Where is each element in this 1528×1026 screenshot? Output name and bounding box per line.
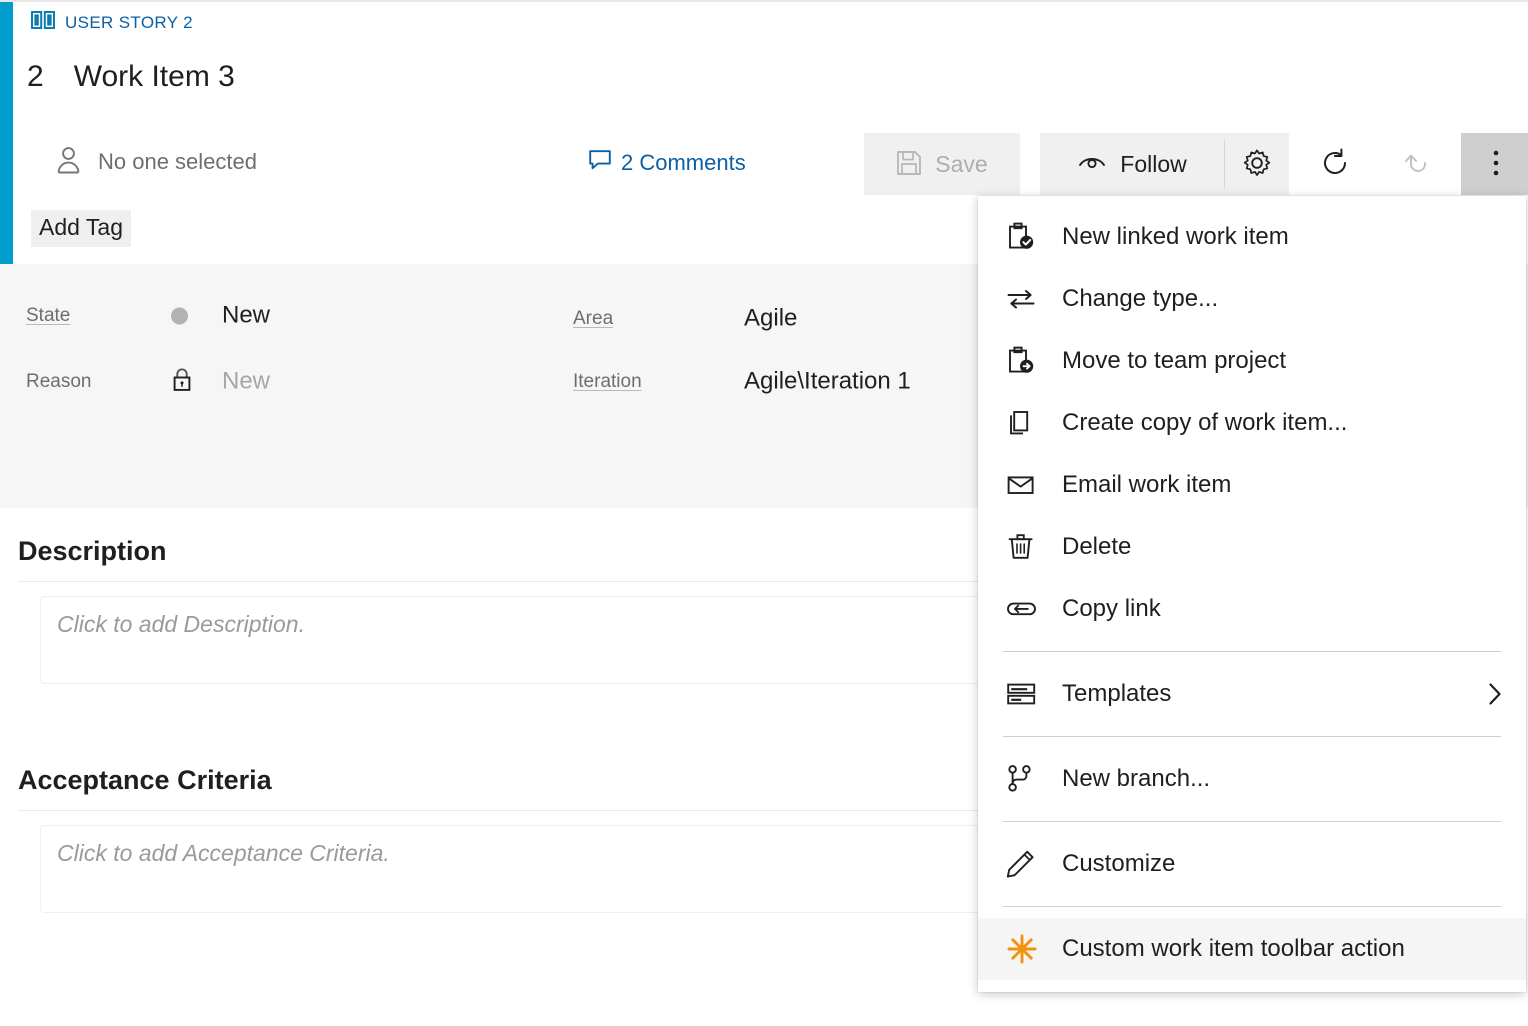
book-icon (31, 10, 55, 35)
lock-icon (172, 368, 192, 397)
menu-separator (1003, 906, 1501, 907)
comments-count-label: 2 Comments (621, 150, 746, 176)
link-icon (1006, 594, 1046, 624)
menu-item-label: Customize (1062, 850, 1175, 878)
work-item-id: 2 (27, 60, 44, 94)
add-tag-button[interactable]: Add Tag (31, 210, 131, 247)
templates-icon (1006, 680, 1046, 708)
follow-button-group: Follow (1040, 133, 1289, 195)
menu-separator (1003, 651, 1501, 652)
field-area-label: Area (573, 308, 613, 330)
field-state[interactable]: State New (26, 294, 506, 338)
menu-item-email-work-item[interactable]: Email work item (978, 454, 1526, 516)
menu-separator (1003, 821, 1501, 822)
menu-item-label: New branch... (1062, 765, 1210, 793)
menu-item-label: Email work item (1062, 471, 1231, 499)
swap-arrows-icon (1006, 284, 1046, 314)
assigned-to-label: No one selected (98, 149, 257, 175)
branch-icon (1006, 764, 1046, 794)
menu-item-label: Templates (1062, 680, 1171, 708)
trash-icon (1006, 532, 1046, 562)
field-state-value: New (222, 301, 270, 329)
menu-item-label: Copy link (1062, 595, 1161, 623)
description-placeholder: Click to add Description. (57, 611, 305, 638)
menu-item-custom-work-item-toolbar-action[interactable]: Custom work item toolbar action (978, 918, 1526, 980)
revert-button[interactable] (1377, 133, 1461, 195)
menu-item-new-linked-work-item[interactable]: New linked work item (978, 206, 1526, 268)
state-dot-icon (171, 308, 188, 325)
follow-button[interactable]: Follow (1040, 133, 1224, 195)
field-reason-label: Reason (26, 371, 92, 393)
field-iteration-label: Iteration (573, 371, 642, 393)
menu-item-move-to-team-project[interactable]: Move to team project (978, 330, 1526, 392)
save-button[interactable]: Save (864, 133, 1020, 195)
save-disk-icon (896, 150, 922, 179)
menu-item-label: Change type... (1062, 285, 1218, 313)
chevron-right-icon (1486, 679, 1504, 709)
save-label: Save (935, 151, 987, 178)
title-row: 2 Work Item 3 (27, 60, 235, 94)
more-options-button[interactable] (1461, 133, 1528, 195)
undo-icon (1404, 148, 1434, 181)
work-item-form: USER STORY 2 2 Work Item 3 No one select… (0, 0, 1528, 1026)
menu-item-customize[interactable]: Customize (978, 833, 1526, 895)
menu-item-label: Create copy of work item... (1062, 409, 1347, 437)
work-item-context-menu: New linked work item Change type... (978, 196, 1526, 992)
gear-icon (1243, 149, 1271, 180)
menu-separator (1003, 736, 1501, 737)
assigned-to-picker[interactable]: No one selected (55, 138, 257, 186)
comment-icon (588, 148, 612, 177)
menu-item-copy-link[interactable]: Copy link (978, 578, 1526, 640)
work-item-toolbar: Save Follow (864, 133, 1528, 195)
acceptance-criteria-placeholder: Click to add Acceptance Criteria. (57, 840, 390, 867)
person-icon (55, 145, 82, 180)
menu-item-templates[interactable]: Templates (978, 663, 1526, 725)
field-area-value: Agile (744, 304, 797, 332)
field-state-label: State (26, 305, 70, 327)
menu-item-create-copy[interactable]: Create copy of work item... (978, 392, 1526, 454)
eye-icon (1077, 152, 1107, 177)
comments-link[interactable]: 2 Comments (588, 148, 746, 177)
menu-item-delete[interactable]: Delete (978, 516, 1526, 578)
more-vertical-icon (1492, 148, 1500, 181)
tags-area: Add Tag (31, 210, 131, 247)
menu-item-label: New linked work item (1062, 223, 1289, 251)
menu-item-new-branch[interactable]: New branch... (978, 748, 1526, 810)
breadcrumb-label: USER STORY 2 (65, 13, 193, 33)
field-iteration-value: Agile\Iteration 1 (744, 367, 911, 395)
clipboard-check-icon (1006, 222, 1046, 252)
menu-item-label: Custom work item toolbar action (1062, 935, 1405, 963)
menu-item-change-type[interactable]: Change type... (978, 268, 1526, 330)
asterisk-icon (1006, 933, 1046, 965)
copy-icon (1006, 408, 1046, 438)
refresh-button[interactable] (1293, 133, 1377, 195)
work-item-title[interactable]: Work Item 3 (74, 60, 235, 94)
refresh-icon (1320, 148, 1350, 181)
breadcrumb[interactable]: USER STORY 2 (31, 10, 193, 35)
pencil-icon (1006, 849, 1046, 879)
field-reason: Reason New (26, 360, 506, 404)
work-item-type-accent-bar (0, 2, 13, 264)
clipboard-arrow-icon (1006, 346, 1046, 376)
settings-button[interactable] (1225, 133, 1289, 195)
follow-label: Follow (1120, 151, 1186, 178)
mail-icon (1006, 470, 1046, 500)
field-reason-value: New (222, 367, 270, 395)
menu-item-label: Delete (1062, 533, 1131, 561)
menu-item-label: Move to team project (1062, 347, 1286, 375)
